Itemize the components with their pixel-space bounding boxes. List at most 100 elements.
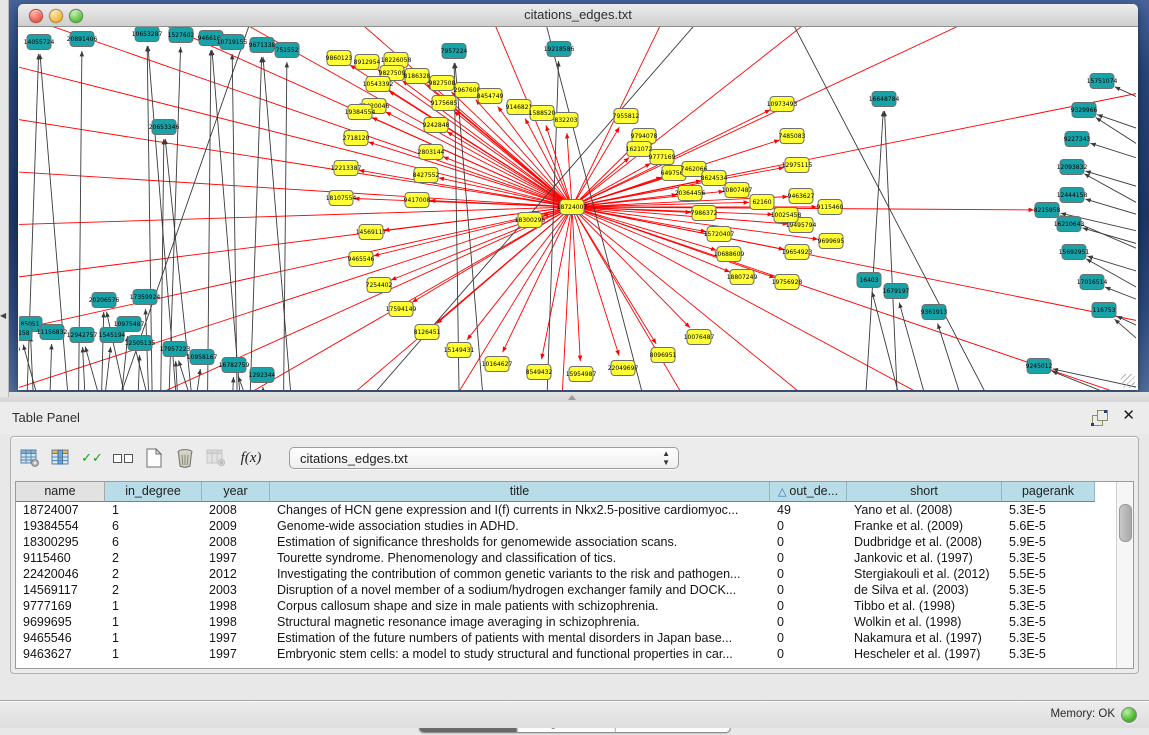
scrollbar-thumb[interactable] — [1119, 504, 1132, 542]
graph-node[interactable]: 12093832 — [1057, 160, 1088, 175]
graph-node[interactable]: 10164627 — [482, 357, 513, 372]
graph-node[interactable]: 10688609 — [714, 247, 745, 262]
delete-column-icon[interactable] — [174, 447, 196, 469]
graph-node[interactable]: 1588520 — [529, 106, 556, 121]
graph-node[interactable]: 15954987 — [566, 367, 597, 382]
graph-node[interactable]: 8186328 — [404, 69, 431, 84]
graph-node[interactable]: 17016514 — [1077, 275, 1108, 290]
graph-node[interactable]: 8096951 — [650, 348, 677, 363]
graph-node[interactable]: 9175685 — [431, 96, 458, 111]
graph-node[interactable]: 16403 — [857, 273, 881, 288]
vertical-scrollbar[interactable] — [1116, 482, 1133, 668]
table-row[interactable]: 946362711997Embryonic stem cells: a mode… — [16, 646, 1117, 662]
graph-node[interactable]: 12942757 — [67, 328, 98, 343]
table-mode-icon[interactable] — [19, 447, 41, 469]
citation-network-graph[interactable]: 1405572420891406106532871527602946616010… — [19, 27, 1136, 390]
graph-node[interactable]: 14055724 — [24, 35, 55, 50]
graph-node[interactable]: 14569117 — [356, 225, 387, 240]
show-columns-icon[interactable] — [50, 447, 72, 469]
column-header-short[interactable]: short — [847, 482, 1002, 502]
graph-node[interactable]: 16648784 — [869, 92, 900, 107]
graph-node[interactable]: 62160 — [750, 195, 774, 210]
graph-node[interactable]: 751552 — [275, 43, 299, 58]
graph-node[interactable]: 12975115 — [782, 158, 813, 173]
graph-node[interactable]: 12505135 — [125, 336, 156, 351]
graph-node[interactable]: 15692951 — [1059, 245, 1090, 260]
graph-node[interactable]: 15720407 — [704, 227, 735, 242]
window-titlebar[interactable]: citations_edges.txt — [18, 4, 1138, 27]
graph-node[interactable]: 10076487 — [684, 330, 715, 345]
graph-node[interactable]: 18724007 — [557, 200, 588, 215]
graph-node[interactable]: 12213387 — [331, 161, 362, 176]
graph-node[interactable]: 9115460 — [817, 200, 844, 215]
graph-node[interactable]: 8912954 — [354, 55, 381, 70]
table-row[interactable]: 977716911998Corpus callosum shape and si… — [16, 598, 1117, 614]
table-row[interactable]: 1456911722003Disruption of a novel membe… — [16, 582, 1117, 598]
table-row[interactable]: 969969511998Structural magnetic resonanc… — [16, 614, 1117, 630]
graph-node[interactable]: 11156832 — [37, 325, 68, 340]
graph-node[interactable]: 832203 — [554, 113, 578, 128]
graph-node[interactable]: 16782759 — [219, 358, 250, 373]
graph-node[interactable]: 15751074 — [1087, 74, 1118, 89]
float-panel-icon[interactable] — [1091, 410, 1107, 426]
graph-node[interactable]: 8549432 — [526, 365, 553, 380]
graph-node[interactable]: 7254402 — [366, 278, 393, 293]
graph-node[interactable]: 17594149 — [386, 302, 417, 317]
table-row[interactable]: 2242004622012Investigating the contribut… — [16, 566, 1117, 582]
table-row[interactable]: 911546021997Tourette syndrome. Phenomeno… — [16, 550, 1117, 566]
row-height-icon[interactable] — [112, 447, 134, 469]
table-row[interactable]: 1830029562008Estimation of significance … — [16, 534, 1117, 550]
graph-node[interactable]: 10719155 — [217, 35, 248, 50]
graph-node[interactable]: 19654923 — [782, 245, 813, 260]
network-window[interactable]: citations_edges.txt 14055724 20891406 1065… — [18, 4, 1138, 390]
graph-node[interactable]: 10543392 — [363, 77, 394, 92]
graph-node[interactable]: 9361913 — [921, 305, 948, 320]
graph-node[interactable]: 18300295 — [515, 213, 546, 228]
graph-node[interactable]: 18807249 — [727, 270, 758, 285]
graph-node[interactable]: 19218586 — [544, 42, 575, 57]
graph-node[interactable]: 17359924 — [130, 290, 161, 305]
column-header-name[interactable]: name — [16, 482, 105, 502]
graph-node[interactable]: 8427552 — [413, 168, 440, 183]
divider-grip-icon[interactable] — [568, 395, 576, 400]
table-row[interactable]: 946554611997Estimation of the future num… — [16, 630, 1117, 646]
window-resize-grip[interactable] — [1121, 374, 1135, 388]
graph-node[interactable]: 9777169 — [649, 150, 676, 165]
graph-node[interactable]: 9827508 — [429, 76, 456, 91]
graph-node[interactable]: 19756928 — [772, 275, 803, 290]
graph-node[interactable]: 9463627 — [788, 189, 815, 204]
graph-node[interactable]: 10807487 — [722, 183, 753, 198]
graph-node[interactable]: 8454749 — [477, 89, 504, 104]
graph-node[interactable]: 7986372 — [691, 206, 718, 221]
graph-node[interactable]: 8624534 — [701, 171, 728, 186]
graph-node[interactable]: 10975487 — [114, 317, 145, 332]
column-header-year[interactable]: year — [202, 482, 270, 502]
graph-node[interactable]: 9465546 — [348, 252, 375, 267]
column-header-title[interactable]: title — [270, 482, 770, 502]
graph-node[interactable]: 7957224 — [441, 44, 468, 59]
graph-node[interactable]: 10025458 — [771, 208, 802, 223]
graph-node[interactable]: 10653287 — [132, 27, 163, 42]
graph-node[interactable]: 10958167 — [187, 350, 218, 365]
function-builder-icon[interactable]: f(x) — [236, 447, 266, 469]
graph-node[interactable]: 12444158 — [1057, 188, 1088, 203]
graph-node[interactable]: 1679197 — [883, 284, 910, 299]
graph-node[interactable]: 9671338 — [249, 38, 276, 53]
collapse-left-arrow-icon[interactable]: ◀ — [0, 311, 6, 320]
select-all-icon[interactable]: ✓✓ — [81, 447, 103, 469]
graph-node[interactable]: 1292344 — [249, 368, 276, 383]
graph-node[interactable]: 2803144 — [418, 145, 445, 160]
graph-node[interactable]: 9699695 — [818, 234, 845, 249]
graph-node[interactable]: 20891406 — [67, 32, 98, 47]
graph-node[interactable]: 116753 — [1092, 303, 1116, 318]
graph-node[interactable]: 20364456 — [675, 186, 706, 201]
graph-node[interactable]: 7485083 — [779, 129, 806, 144]
graph-node[interactable]: 9417008 — [404, 193, 431, 208]
graph-node[interactable]: 20653346 — [149, 120, 180, 135]
graph-node[interactable]: 20206576 — [89, 293, 120, 308]
graph-node[interactable]: 9329966 — [1071, 103, 1098, 118]
graph-node[interactable]: 9245012 — [1026, 359, 1053, 374]
create-column-icon[interactable] — [143, 447, 165, 469]
graph-node[interactable]: 19384554 — [345, 105, 376, 120]
column-header-out-de-[interactable]: △out_de... — [770, 482, 847, 502]
